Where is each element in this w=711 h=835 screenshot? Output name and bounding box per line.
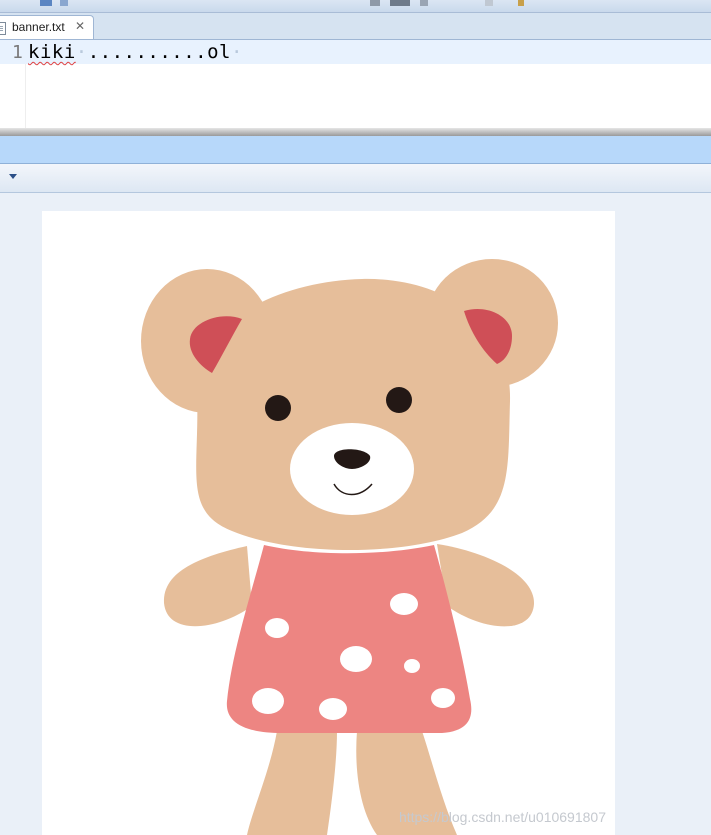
text-editor[interactable]: 1 kiki·..........ol·	[0, 40, 711, 130]
preview-image: https://blog.csdn.net/u010691807	[42, 211, 615, 835]
tab-label: banner.txt	[12, 20, 65, 34]
code-word: ..........ol	[87, 41, 231, 63]
toolbar-icon[interactable]	[60, 0, 68, 6]
editor-tab-banner[interactable]: banner.txt ✕	[0, 15, 94, 39]
watermark: https://blog.csdn.net/u010691807	[398, 809, 606, 825]
pane-splitter[interactable]	[0, 128, 711, 136]
whitespace-marker: ·	[75, 41, 88, 63]
toolbar-icon[interactable]	[518, 0, 524, 6]
toolbar-icon[interactable]	[40, 0, 52, 6]
toolbar-icon[interactable]	[420, 0, 428, 6]
toolbar-icon[interactable]	[485, 0, 493, 6]
view-toolbar	[0, 164, 711, 193]
editor-tab-bar: banner.txt ✕	[0, 13, 711, 40]
chevron-down-icon[interactable]	[9, 174, 17, 179]
view-title-bar	[0, 136, 711, 164]
text-file-icon	[0, 22, 6, 35]
toolbar-icon[interactable]	[370, 0, 380, 6]
gutter-divider	[25, 64, 26, 130]
eye	[265, 395, 291, 421]
code-line[interactable]: kiki·..........ol·	[28, 41, 243, 63]
code-word: kiki	[28, 41, 76, 63]
whitespace-marker: ·	[231, 41, 243, 63]
teddy-bear-image	[141, 259, 558, 835]
line-number: 1	[12, 42, 23, 63]
main-toolbar	[0, 0, 711, 13]
close-icon[interactable]: ✕	[75, 19, 85, 33]
toolbar-icon[interactable]	[390, 0, 410, 6]
image-preview-pane: https://blog.csdn.net/u010691807	[0, 193, 711, 835]
eye	[386, 387, 412, 413]
